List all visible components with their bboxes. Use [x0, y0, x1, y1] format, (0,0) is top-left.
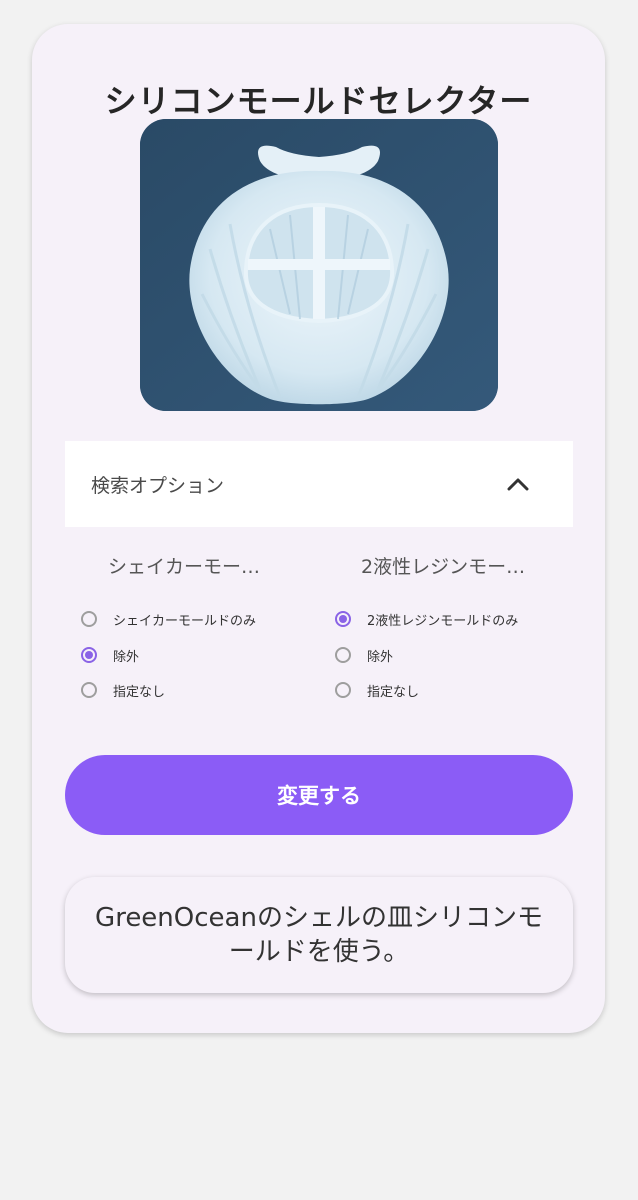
radio-label: 指定なし — [113, 684, 166, 700]
selector-card: シリコンモールドセレクター 検索オプション シェイカーモー… シェイカーモールド… — [32, 24, 605, 1033]
radio-button[interactable] — [81, 682, 97, 698]
radio-label: 指定なし — [367, 684, 420, 700]
shell-mold-illustration — [140, 119, 498, 411]
resin-option-none[interactable]: 指定なし — [335, 678, 419, 702]
mold-image — [140, 119, 498, 411]
search-options-label: 検索オプション — [91, 474, 225, 497]
resin-option-title: 2液性レジンモー… — [361, 556, 526, 578]
resin-option-only[interactable]: 2液性レジンモールドのみ — [335, 607, 518, 631]
shaker-option-none[interactable]: 指定なし — [81, 678, 165, 702]
radio-button[interactable] — [335, 647, 351, 663]
radio-label: 除外 — [113, 649, 140, 665]
resin-option-exclude[interactable]: 除外 — [335, 643, 393, 667]
radio-button[interactable] — [335, 611, 351, 627]
radio-button[interactable] — [335, 682, 351, 698]
radio-button[interactable] — [81, 647, 97, 663]
radio-label: シェイカーモールドのみ — [113, 613, 257, 629]
change-button[interactable]: 変更する — [65, 755, 573, 835]
page-title: シリコンモールドセレクター — [104, 82, 533, 120]
radio-label: 除外 — [367, 649, 394, 665]
shaker-option-exclude[interactable]: 除外 — [81, 643, 139, 667]
chevron-up-icon[interactable] — [507, 477, 529, 491]
radio-label: 2液性レジンモールドのみ — [367, 613, 519, 629]
shaker-option-title: シェイカーモー… — [108, 556, 261, 578]
radio-button[interactable] — [81, 611, 97, 627]
search-options-toggle[interactable]: 検索オプション — [65, 441, 573, 527]
result-message: GreenOceanのシェルの皿シリコンモールドを使う。 — [65, 877, 573, 993]
result-text: GreenOceanのシェルの皿シリコンモールドを使う。 — [95, 903, 543, 967]
shaker-option-only[interactable]: シェイカーモールドのみ — [81, 607, 256, 631]
